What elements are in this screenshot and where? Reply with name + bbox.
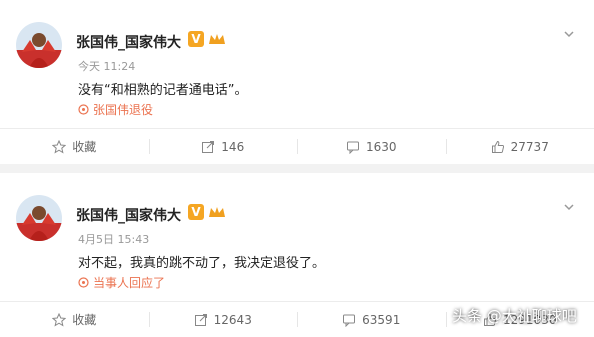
fan-badge-icon [207, 204, 227, 220]
author-avatar[interactable] [16, 22, 62, 68]
repost-button[interactable]: 12643 [148, 302, 298, 337]
star-icon [52, 312, 67, 327]
comment-button[interactable]: 1630 [297, 129, 446, 164]
weibo-post: 张国伟_国家伟大 V 今天 11:24 没有“和相熟的记者通电话”。 张国伟退役… [0, 0, 594, 164]
topic-icon [78, 104, 89, 115]
comment-button[interactable]: 63591 [297, 302, 446, 337]
verified-badge-icon: V [188, 31, 204, 47]
favorite-button[interactable]: 收藏 [0, 302, 149, 337]
post-topic[interactable]: 当事人回应了 [78, 274, 165, 291]
like-count: 27737 [510, 139, 549, 154]
comment-count: 1630 [365, 139, 397, 154]
post-time: 今天 11:24 [78, 60, 136, 73]
post-content: 对不起，我真的跳不动了，我决定退役了。 [78, 256, 326, 271]
repost-icon [194, 313, 207, 326]
favorite-label: 收藏 [72, 313, 97, 327]
post-topic[interactable]: 张国伟退役 [78, 101, 153, 118]
action-bar: 收藏 146 1630 27737 [0, 129, 594, 164]
fan-badge-icon [207, 31, 227, 47]
post-time: 4月5日 15:43 [78, 233, 150, 246]
comment-icon [343, 314, 356, 327]
repost-icon [202, 140, 215, 153]
star-icon [52, 139, 67, 154]
repost-button[interactable]: 146 [148, 129, 298, 164]
topic-label: 张国伟退役 [93, 103, 154, 117]
topic-label: 当事人回应了 [93, 276, 166, 290]
repost-count: 12643 [213, 312, 252, 327]
like-icon [491, 140, 504, 153]
verified-badge-icon: V [188, 204, 204, 220]
post-content: 没有“和相熟的记者通电话”。 [78, 83, 248, 98]
more-chevron-icon[interactable] [562, 199, 576, 213]
topic-icon [78, 277, 89, 288]
favorite-button[interactable]: 收藏 [0, 129, 149, 164]
author-name[interactable]: 张国伟_国家伟大 [76, 205, 181, 225]
comment-icon [346, 141, 359, 154]
author-avatar[interactable] [16, 195, 62, 241]
author-name[interactable]: 张国伟_国家伟大 [76, 32, 181, 52]
comment-count: 63591 [362, 312, 401, 327]
more-chevron-icon[interactable] [562, 26, 576, 40]
source-watermark: 头条 @大祉聊球吧 [452, 307, 577, 325]
repost-count: 146 [221, 139, 245, 154]
like-button[interactable]: 27737 [445, 129, 594, 164]
favorite-label: 收藏 [72, 140, 97, 154]
